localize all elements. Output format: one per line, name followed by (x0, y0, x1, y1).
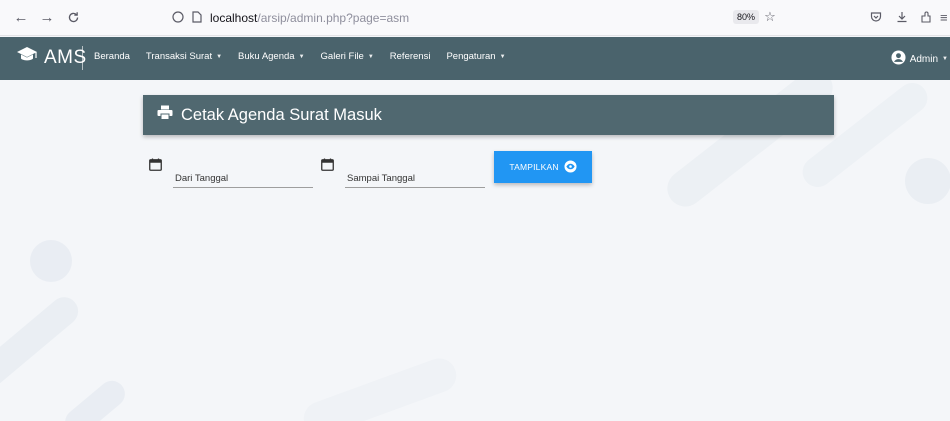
download-icon[interactable] (894, 9, 910, 25)
eye-icon (564, 159, 577, 175)
to-date-input[interactable] (345, 166, 485, 188)
caret-down-icon: ▼ (298, 53, 305, 60)
nav-menu: Beranda Transaksi Surat ▼ Buku Agenda ▼ Ga… (94, 51, 506, 62)
user-circle-icon (891, 50, 906, 68)
nav-item-label: Pengaturan (446, 51, 496, 62)
reload-icon[interactable] (64, 8, 82, 26)
nav-item-referensi[interactable]: Referensi (390, 51, 431, 62)
caret-down-icon: ▼ (942, 56, 948, 62)
page-icon (192, 10, 202, 26)
nav-item-label: Referensi (389, 51, 431, 62)
nav-item-beranda[interactable]: Beranda (94, 51, 130, 62)
address-bar[interactable]: localhost/arsip/admin.php?page=asm (172, 7, 409, 29)
background-decoration (299, 353, 461, 421)
background-decoration (905, 158, 950, 204)
page-title: Cetak Agenda Surat Masuk (181, 105, 382, 124)
nav-item-label: Galeri File (320, 51, 364, 62)
browser-toolbar: ← → localhost/arsip/admin.php?page=asm 8… (0, 0, 950, 36)
forward-icon[interactable]: → (38, 8, 56, 26)
nav-item-galeri-file[interactable]: Galeri File ▼ (321, 51, 374, 62)
back-icon[interactable]: ← (12, 8, 30, 26)
brand-logo[interactable]: AMS (16, 46, 87, 69)
user-name: Admin (909, 53, 939, 65)
brand-name: AMS (44, 46, 87, 68)
show-button-label: TAMPILKAN (509, 162, 559, 172)
show-button[interactable]: TAMPILKAN (494, 151, 592, 183)
nav-item-label: Transaksi Surat (145, 51, 213, 62)
nav-item-label: Buku Agenda (238, 51, 295, 62)
url-path: /arsip/admin.php?page=asm (257, 11, 410, 25)
brand-divider (82, 46, 83, 70)
from-date-input[interactable] (173, 166, 313, 188)
from-date-field (149, 158, 313, 188)
background-decoration (0, 291, 84, 397)
nav-item-transaksi-surat[interactable]: Transaksi Surat ▼ (146, 51, 222, 62)
background-decoration (660, 62, 840, 214)
zoom-level[interactable]: 80% (733, 10, 760, 24)
nav-item-pengaturan[interactable]: Pengaturan ▼ (446, 51, 505, 62)
extensions-icon[interactable] (918, 9, 934, 25)
graduation-cap-icon (16, 46, 38, 69)
card-header: Cetak Agenda Surat Masuk (143, 95, 834, 135)
calendar-icon (321, 158, 334, 176)
shield-icon[interactable] (172, 10, 184, 26)
user-menu[interactable]: Admin ▼ (891, 50, 948, 68)
pocket-icon[interactable] (868, 9, 884, 25)
nav-item-buku-agenda[interactable]: Buku Agenda ▼ (238, 51, 304, 62)
background-decoration (30, 240, 72, 282)
to-date-field (321, 158, 485, 188)
url-host: localhost (210, 11, 258, 25)
caret-down-icon: ▼ (367, 53, 374, 60)
background-decoration (59, 375, 131, 421)
calendar-icon (149, 158, 162, 176)
caret-down-icon: ▼ (499, 53, 506, 60)
menu-icon[interactable]: ≡ (940, 9, 950, 25)
star-icon[interactable]: ☆ (762, 9, 778, 25)
main-navbar: AMS Beranda Transaksi Surat ▼ Buku Agenda… (0, 37, 950, 80)
url-text[interactable]: localhost/arsip/admin.php?page=asm (210, 11, 409, 25)
nav-item-label: Beranda (94, 51, 130, 62)
print-icon (157, 105, 173, 125)
caret-down-icon: ▼ (216, 53, 223, 60)
